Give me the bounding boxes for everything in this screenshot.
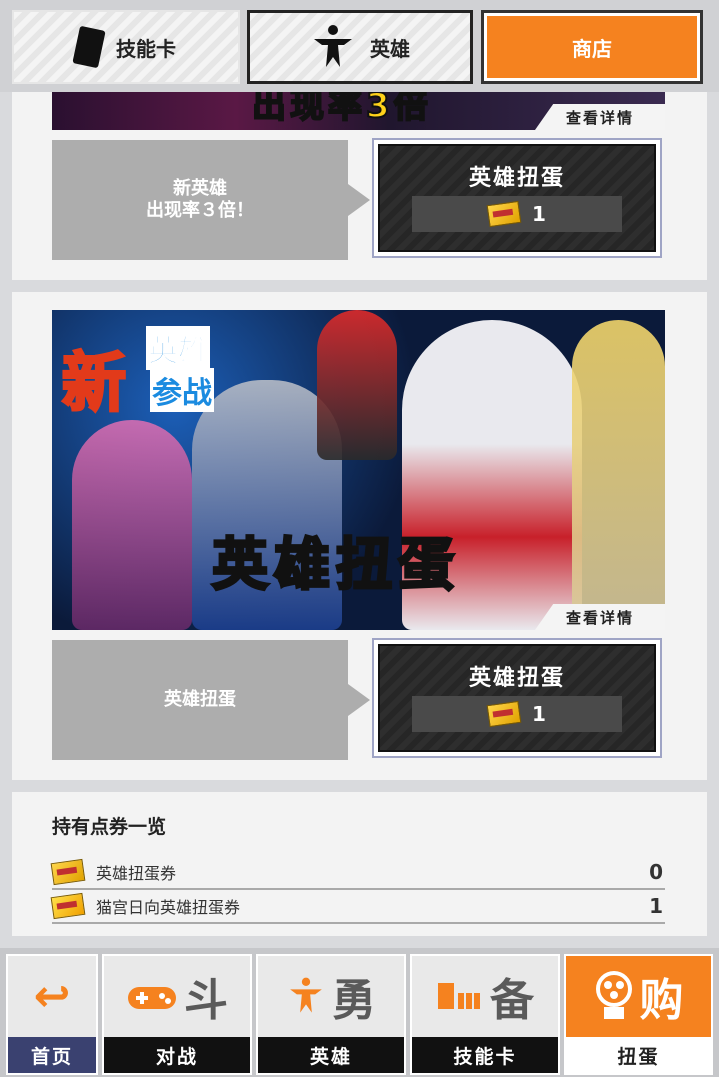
gacha-button-title: 英雄扭蛋 [468, 666, 565, 691]
gacha-cost: 1 [412, 196, 622, 232]
nav-gacha[interactable]: 购 扭蛋 [564, 954, 713, 1075]
new-hero-badge: 新 英雄 参战 [58, 320, 238, 423]
nav-battle[interactable]: 斗 对战 [102, 954, 252, 1075]
banner-title: 英雄扭蛋 [211, 532, 460, 600]
ticket-count: 0 [649, 860, 663, 884]
ticket-icon [486, 200, 522, 228]
battle-glyph: 斗 [184, 975, 228, 1026]
gacha-cost-value: 1 [532, 202, 546, 226]
gamepad-icon [128, 987, 176, 1009]
gacha-glyph: 购 [639, 975, 684, 1026]
nav-gacha-label: 扭蛋 [566, 1037, 711, 1073]
badge-hero-text: 英雄 [146, 326, 210, 370]
ticket-icon [50, 892, 86, 920]
view-details-label: 查看详情 [565, 608, 634, 627]
banner-hero-gacha[interactable]: 新 英雄 参战 英雄扭蛋 查看详情 [52, 310, 665, 630]
nav-battle-label: 对战 [104, 1037, 250, 1073]
promo-line-2: 出现率３倍！ [146, 200, 254, 221]
top-tab-bar: 技能卡 英雄 商店 [0, 0, 719, 92]
gacha-cost-value: 1 [532, 702, 546, 726]
tab-skill-card-label: 技能卡 [116, 36, 176, 61]
return-icon: ↩ [33, 970, 71, 1022]
nav-hero[interactable]: 勇 英雄 [256, 954, 406, 1075]
tab-hero[interactable]: 英雄 [247, 10, 473, 84]
ticket-icon [50, 858, 86, 886]
gacha-machine-icon [595, 971, 632, 1019]
gacha-button-title: 英雄扭蛋 [468, 166, 565, 191]
nav-skill-card-label: 技能卡 [412, 1037, 558, 1073]
promo-line-1: 新英雄 [173, 177, 227, 199]
cards-icon [438, 983, 480, 1009]
hero-icon [314, 25, 352, 67]
ticket-count: 1 [649, 894, 663, 918]
ticket-label: 猫宫日向英雄扭蛋券 [96, 898, 241, 917]
tab-hero-label: 英雄 [370, 36, 410, 61]
ticket-icon [486, 700, 522, 728]
view-details-button[interactable]: 查看详情 [535, 604, 665, 630]
nav-hero-label: 英雄 [258, 1037, 404, 1073]
promo-info-box: 新英雄 出现率３倍！ [52, 140, 348, 260]
bottom-nav-bar: ↩ 首页 斗 对战 勇 英雄 备 技能卡 购 扭蛋 [0, 948, 719, 1077]
holdings-title: 持有点券一览 [52, 816, 167, 838]
banner-partial-text: 出现率3倍 [251, 92, 432, 127]
tab-skill-card[interactable]: 技能卡 [12, 10, 240, 84]
promo-info-box: 英雄扭蛋 [52, 640, 348, 760]
character-pink [72, 420, 192, 630]
banner-new-hero-rate[interactable]: 出现率3倍 查看详情 [52, 92, 665, 130]
ticket-label: 英雄扭蛋券 [96, 864, 177, 883]
promo-line-1: 英雄扭蛋 [164, 688, 236, 710]
view-details-button[interactable]: 查看详情 [535, 104, 665, 130]
view-details-label: 查看详情 [565, 108, 634, 127]
badge-join-text: 参战 [150, 368, 214, 412]
hero-gacha-button[interactable]: 英雄扭蛋 1 [372, 138, 662, 258]
tab-shop[interactable]: 商店 [481, 10, 703, 84]
nav-home-label: 首页 [8, 1037, 96, 1073]
gacha-cost: 1 [412, 696, 622, 732]
tab-shop-label: 商店 [572, 36, 612, 61]
nav-skill-card[interactable]: 备 技能卡 [410, 954, 560, 1075]
hero-icon [290, 977, 322, 1013]
character-blonde [572, 320, 665, 630]
skill-card-glyph: 备 [490, 975, 534, 1026]
promo-arrow [348, 184, 370, 216]
nav-home[interactable]: ↩ 首页 [6, 954, 98, 1075]
list-item: 猫宫日向英雄扭蛋券 1 [50, 890, 665, 924]
skill-card-icon [72, 25, 106, 69]
character-red [317, 310, 397, 460]
hero-gacha-button[interactable]: 英雄扭蛋 1 [372, 638, 662, 758]
hero-glyph: 勇 [332, 975, 376, 1026]
list-item: 英雄扭蛋券 0 [50, 856, 665, 890]
badge-new-text: 新 [61, 346, 128, 423]
promo-arrow [348, 684, 370, 716]
